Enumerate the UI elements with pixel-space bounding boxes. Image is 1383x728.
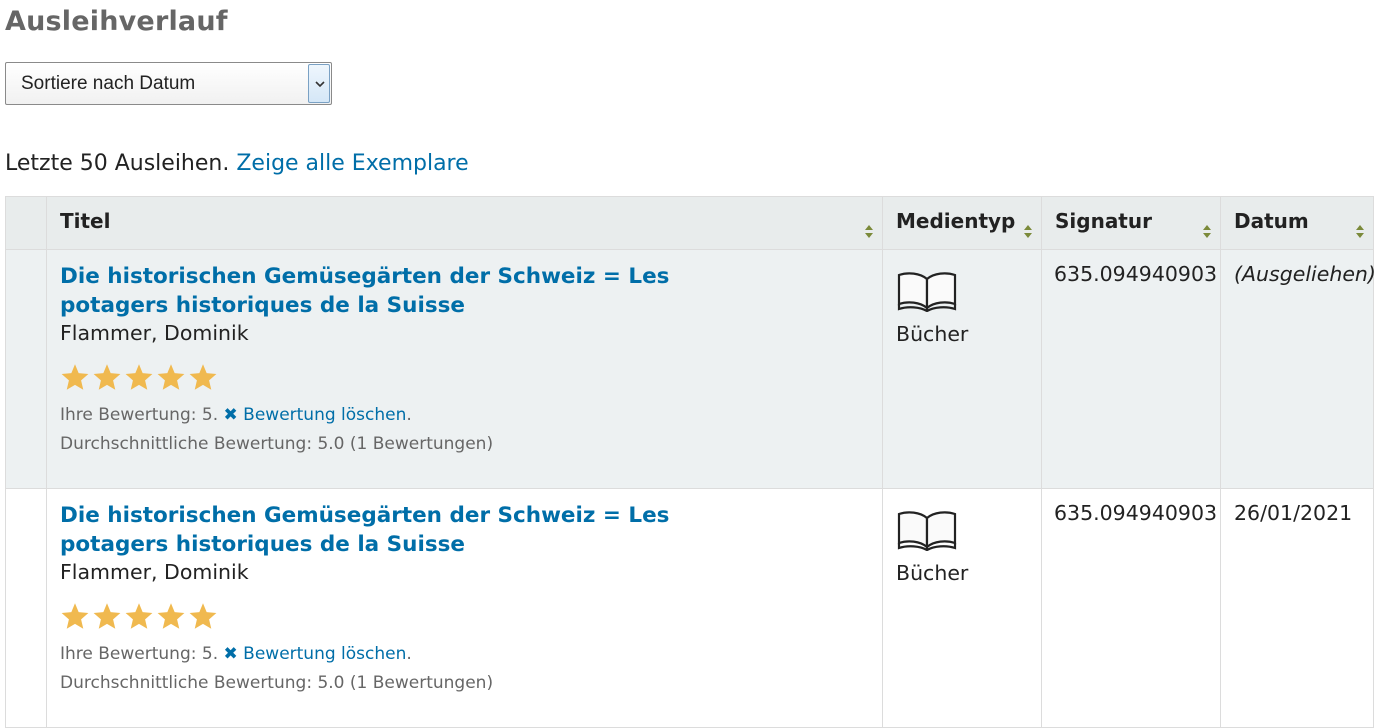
call-number-cell: 635.094940903 — [1041, 249, 1221, 489]
delete-rating-suffix: . — [406, 405, 412, 425]
select-cell — [5, 488, 47, 728]
sort-select-value: Sortiere nach Datum — [21, 73, 196, 94]
media-type-header-label: Medientyp — [896, 209, 1016, 233]
history-summary: Letzte 50 Ausleihen. Zeige alle Exemplar… — [5, 151, 469, 176]
delete-rating-suffix: . — [406, 644, 412, 664]
select-column-header — [5, 196, 47, 250]
title-cell: Die historischen Gemüsegärten der Schwei… — [46, 249, 883, 489]
show-all-items-link[interactable]: Zeige alle Exemplare — [236, 151, 468, 176]
sort-select-arrow[interactable] — [308, 64, 330, 103]
sort-icon — [1203, 225, 1211, 238]
date-cell: 26/01/2021 — [1220, 488, 1374, 728]
book-icon — [897, 511, 957, 552]
media-type-cell: Bücher — [882, 249, 1042, 489]
media-type-column-header[interactable]: Medientyp — [882, 196, 1042, 250]
star-icon[interactable] — [60, 363, 90, 391]
average-rating: Durchschnittliche Bewertung: 5.0 (1 Bewe… — [60, 673, 494, 693]
star-rating[interactable] — [60, 602, 869, 630]
star-icon[interactable] — [124, 363, 154, 391]
table-header-row: Titel Medientyp Signatur Datum — [5, 196, 1374, 250]
your-rating-text: Ihre Bewertung: 5. — [60, 405, 224, 425]
call-number-column-header[interactable]: Signatur — [1041, 196, 1221, 250]
your-rating: Ihre Bewertung: 5. ✖ Bewertung löschen. — [60, 401, 869, 430]
table-row: Die historischen Gemüsegärten der Schwei… — [5, 249, 1376, 489]
select-cell — [5, 249, 47, 489]
chevron-down-icon — [315, 81, 325, 88]
date-column-header[interactable]: Datum — [1220, 196, 1374, 250]
your-rating: Ihre Bewertung: 5. ✖ Bewertung löschen. — [60, 640, 869, 669]
star-rating[interactable] — [60, 363, 869, 391]
delete-rating-link[interactable]: ✖ Bewertung löschen — [224, 405, 407, 425]
item-author: Flammer, Dominik — [60, 560, 249, 584]
date-header-label: Datum — [1234, 209, 1309, 233]
page-title: Ausleihverlauf — [5, 6, 228, 37]
sort-icon — [1356, 225, 1364, 238]
star-icon[interactable] — [124, 602, 154, 630]
title-column-header[interactable]: Titel — [46, 196, 883, 250]
checkout-history-table: Titel Medientyp Signatur Datum Die histo… — [5, 196, 1376, 728]
sort-icon — [1024, 225, 1032, 238]
star-icon[interactable] — [92, 602, 122, 630]
sort-icon — [865, 225, 873, 238]
title-cell: Die historischen Gemüsegärten der Schwei… — [46, 488, 883, 728]
item-title-link[interactable]: Die historischen Gemüsegärten der Schwei… — [60, 262, 780, 320]
sort-select[interactable]: Sortiere nach Datum — [5, 62, 332, 105]
star-icon[interactable] — [188, 602, 218, 630]
book-icon — [897, 272, 957, 313]
delete-rating-label: Bewertung löschen — [243, 644, 407, 664]
delete-rating-link[interactable]: ✖ Bewertung löschen — [224, 644, 407, 664]
call-number-header-label: Signatur — [1055, 209, 1152, 233]
delete-rating-label: Bewertung löschen — [243, 405, 407, 425]
item-title-link[interactable]: Die historischen Gemüsegärten der Schwei… — [60, 501, 780, 559]
star-icon[interactable] — [92, 363, 122, 391]
summary-text: Letzte 50 Ausleihen. — [5, 151, 237, 176]
star-icon[interactable] — [156, 602, 186, 630]
call-number-cell: 635.094940903 — [1041, 488, 1221, 728]
close-icon: ✖ — [223, 405, 238, 425]
star-icon[interactable] — [188, 363, 218, 391]
close-icon: ✖ — [223, 644, 238, 664]
media-type-label: Bücher — [896, 561, 969, 585]
date-cell: (Ausgeliehen) — [1220, 249, 1376, 489]
media-type-cell: Bücher — [882, 488, 1042, 728]
star-icon[interactable] — [156, 363, 186, 391]
star-icon[interactable] — [60, 602, 90, 630]
table-row: Die historischen Gemüsegärten der Schwei… — [5, 488, 1374, 728]
title-header-label: Titel — [60, 209, 111, 233]
your-rating-text: Ihre Bewertung: 5. — [60, 644, 224, 664]
media-type-label: Bücher — [896, 322, 969, 346]
average-rating: Durchschnittliche Bewertung: 5.0 (1 Bewe… — [60, 434, 494, 454]
item-author: Flammer, Dominik — [60, 321, 249, 345]
